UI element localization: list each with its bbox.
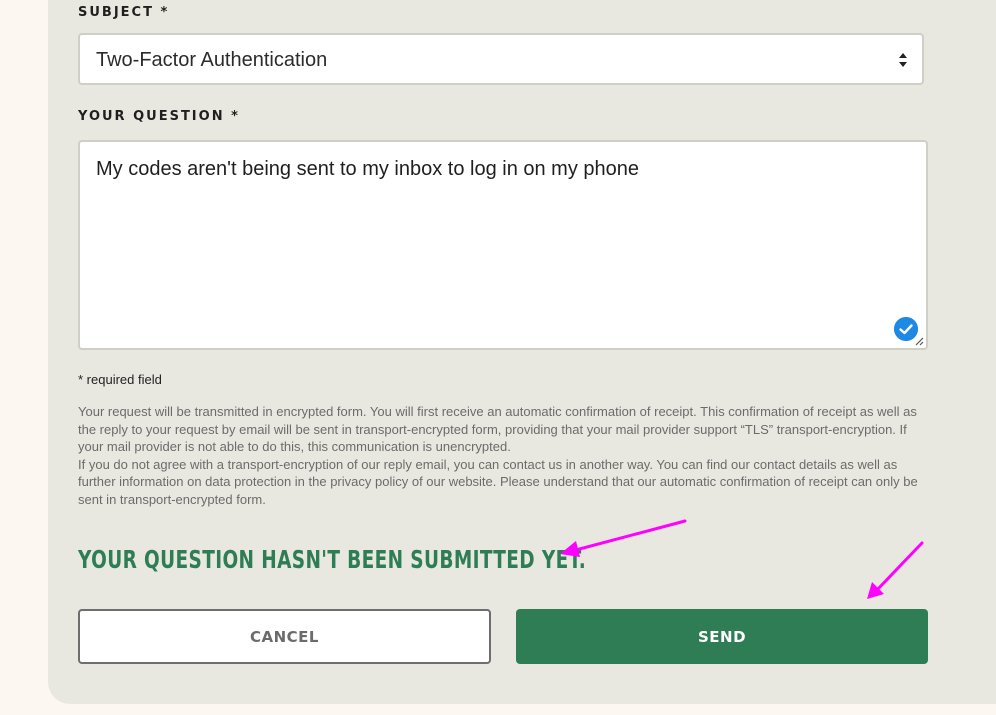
subject-label: SUBJECT * [78,5,170,20]
question-textarea[interactable]: My codes aren't being sent to my inbox t… [78,140,928,350]
cancel-button[interactable]: CANCEL [78,609,491,664]
form-panel [48,0,996,704]
disclaimer-paragraph-2: If you do not agree with a transport-enc… [78,456,918,507]
question-textarea-value: My codes aren't being sent to my inbox t… [96,158,640,180]
subject-select[interactable]: Two-Factor Authentication [78,33,924,85]
not-submitted-message: YOUR QUESTION HASN'T BEEN SUBMITTED YET. [78,545,587,574]
resize-handle-icon[interactable] [914,336,924,346]
question-label: YOUR QUESTION * [78,109,240,124]
required-field-note: * required field [78,372,162,387]
disclaimer-paragraph-1: Your request will be transmitted in encr… [78,404,917,454]
send-button[interactable]: SEND [516,609,928,664]
sort-arrows-icon [899,53,907,67]
subject-select-value: Two-Factor Authentication [96,49,328,71]
encryption-disclaimer: Your request will be transmitted in encr… [78,403,930,508]
